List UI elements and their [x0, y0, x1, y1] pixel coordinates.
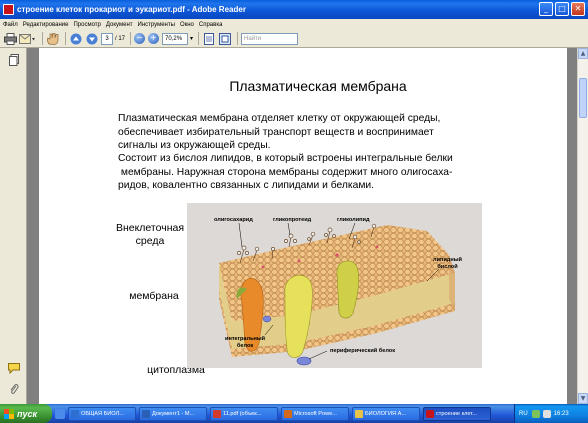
label-line: среда [135, 235, 165, 247]
pages-icon[interactable] [8, 54, 20, 66]
label-membrane: мембрана [129, 290, 179, 302]
zoom-level-input[interactable]: 70,2% [162, 32, 189, 45]
label-line: бислой [437, 263, 458, 270]
zoom-in-icon[interactable]: + [148, 33, 160, 44]
zoom-out-icon[interactable]: − [134, 33, 146, 44]
toolbar-divider [65, 32, 66, 45]
toolbar-divider [130, 32, 132, 45]
clock: 16:23 [553, 410, 569, 417]
document-view[interactable]: Плазматическая мембрана Плазматическая м… [27, 48, 577, 404]
vertical-scrollbar[interactable]: ▲ ▼ [577, 48, 588, 404]
taskbar-app-icon [284, 409, 292, 418]
attachments-icon[interactable] [8, 383, 20, 395]
taskbar-app-icon [355, 409, 363, 418]
paragraph-line: мембраны. Наружная сторона мембраны соде… [118, 166, 453, 178]
system-tray: RU 16:23 [514, 404, 588, 423]
next-page-icon[interactable] [85, 32, 99, 46]
taskbar-app-icon [426, 409, 434, 418]
paragraph-line: обеспечивает избирательный транспорт вещ… [118, 126, 434, 138]
scroll-up-icon[interactable]: ▲ [578, 48, 588, 59]
paragraph-line: Плазматическая мембрана отделяет клетку … [118, 113, 441, 124]
taskbar-button[interactable]: БИОЛОГИЯ А... [352, 406, 420, 421]
fit-page-icon[interactable] [218, 32, 232, 46]
taskbar: пуск ОБЩАЯ БИОЛ... Документ1 - М... 11.pdf… [0, 404, 588, 423]
hand-icon[interactable] [46, 32, 60, 46]
menu-edit[interactable]: Редактирование [23, 22, 69, 28]
paragraph-line: Состоит из бислоя липидов, в который вст… [118, 153, 453, 164]
label-line: липидный [433, 257, 462, 263]
email-icon[interactable] [19, 32, 37, 46]
taskbar-button-label: 11.pdf (объек... [223, 410, 262, 417]
menu-file[interactable]: Файл [3, 22, 18, 28]
taskbar-button[interactable]: Microsoft Powe... [281, 406, 349, 421]
taskbar-app-icon [142, 409, 150, 418]
search-input[interactable]: Найти [241, 32, 299, 45]
label-line: белок [236, 342, 254, 349]
navigation-panel [0, 48, 27, 404]
scroll-down-icon[interactable]: ▼ [578, 393, 588, 404]
label-glycoprotein: гликопротеид [273, 217, 312, 223]
slide-title: Плазматическая мембрана [229, 78, 407, 94]
toolbar-divider [237, 32, 239, 45]
membrane-figure: олигосахарид гликопротеид гликолипид лип… [187, 203, 482, 368]
tray-app-icon[interactable] [531, 409, 540, 418]
zoom-dropdown-icon[interactable]: ▾ [190, 35, 193, 42]
toolbar-divider [198, 32, 200, 45]
menu-view[interactable]: Просмотр [73, 22, 100, 28]
label-peripheral-protein: периферический белок [330, 348, 396, 354]
taskbar-button-label: строение клет... [436, 410, 477, 417]
language-indicator[interactable]: RU [519, 411, 528, 417]
taskbar-app-icon [213, 409, 221, 418]
label-line: Внеклеточная [115, 222, 185, 234]
taskbar-button[interactable]: ОБЩАЯ БИОЛ... [68, 406, 136, 421]
adobe-reader-icon [3, 4, 14, 15]
taskbar-app-icon [71, 409, 79, 418]
menu-tools[interactable]: Инструменты [138, 22, 175, 28]
taskbar-button-label: ОБЩАЯ БИОЛ... [81, 410, 124, 417]
label-oligosaccharide: олигосахарид [214, 217, 253, 223]
label-integral-protein: интегральный белок [225, 336, 265, 349]
start-button[interactable]: пуск [0, 404, 52, 423]
menu-window[interactable]: Окно [180, 22, 194, 28]
paragraph-1: Плазматическая мембрана отделяет клетку … [118, 112, 538, 153]
toolbar: 3 / 17 − + 70,2% ▾ Найти [0, 30, 588, 48]
label-glycolipid: гликолипид [337, 217, 370, 223]
taskbar-buttons: ОБЩАЯ БИОЛ... Документ1 - М... 11.pdf (объ… [65, 406, 491, 421]
label-extracellular: Внеклеточная среда [102, 222, 198, 248]
show-desktop-icon[interactable] [55, 408, 65, 419]
menu-document[interactable]: Документ [106, 22, 133, 28]
toolbar-divider [42, 32, 43, 45]
taskbar-button-label: Microsoft Powe... [294, 410, 337, 417]
label-line: интегральный [225, 336, 266, 342]
pdf-page: Плазматическая мембрана Плазматическая м… [39, 48, 567, 404]
maximize-button[interactable]: □ [555, 2, 569, 16]
menu-help[interactable]: Справка [199, 22, 223, 28]
fit-width-icon[interactable] [202, 32, 216, 46]
taskbar-button[interactable]: строение клет... [423, 406, 491, 421]
window-title: строение клеток прокариот и эукариот.pdf… [17, 5, 246, 14]
start-label: пуск [17, 408, 38, 419]
comments-icon[interactable] [8, 363, 20, 375]
title-bar: строение клеток прокариот и эукариот.pdf… [0, 0, 588, 19]
taskbar-button[interactable]: 11.pdf (объек... [210, 406, 278, 421]
paragraph-line: сигналы из окружающей среды. [118, 140, 271, 151]
menu-bar: Файл Редактирование Просмотр Документ Ин… [0, 19, 588, 30]
page-total: / 17 [115, 35, 126, 42]
prev-page-icon[interactable] [69, 32, 83, 46]
close-button[interactable]: ✕ [571, 2, 585, 16]
label-lipid-bilayer: липидный бислой [433, 257, 462, 270]
taskbar-button[interactable]: Документ1 - М... [139, 406, 207, 421]
taskbar-button-label: БИОЛОГИЯ А... [365, 410, 407, 417]
windows-logo-icon [4, 408, 14, 419]
paragraph-line: ридов, ковалентно связанных с липидами и… [118, 180, 375, 191]
scroll-thumb[interactable] [579, 78, 587, 118]
volume-icon[interactable] [542, 409, 551, 418]
print-icon[interactable] [3, 32, 17, 46]
page-number-input[interactable]: 3 [101, 32, 113, 45]
minimize-button[interactable]: _ [539, 2, 553, 16]
taskbar-button-label: Документ1 - М... [152, 410, 195, 417]
paragraph-2: Состоит из бислоя липидов, в который вст… [118, 152, 538, 193]
